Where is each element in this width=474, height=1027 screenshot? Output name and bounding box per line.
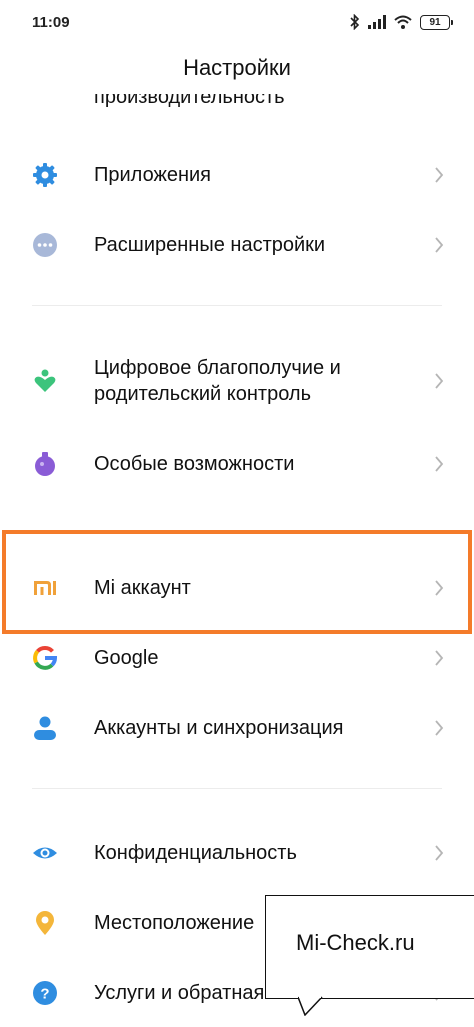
person-icon — [32, 715, 58, 741]
settings-item-label: Mi аккаунт — [94, 577, 191, 599]
location-pin-icon — [32, 910, 58, 936]
chevron-right-icon — [435, 720, 444, 736]
chevron-right-icon — [435, 845, 444, 861]
settings-item-label-line2: родительский контроль — [94, 383, 311, 405]
settings-item-label-line1: Цифровое благополучие и — [94, 357, 341, 379]
settings-item-label: Приложения — [94, 164, 212, 186]
settings-item-accessibility[interactable]: Особые возможности — [0, 451, 474, 477]
settings-item-label: Конфиденциальность — [94, 842, 297, 864]
section-divider — [32, 305, 442, 306]
help-question-icon: ? — [32, 980, 58, 1006]
section-divider — [32, 788, 442, 789]
wellbeing-heart-icon — [32, 368, 58, 394]
mi-logo-icon — [32, 575, 58, 601]
svg-text:?: ? — [40, 986, 49, 1003]
settings-item-label: Местоположение — [94, 912, 255, 934]
chevron-right-icon — [435, 456, 444, 472]
chevron-right-icon — [435, 237, 444, 253]
signal-icon — [368, 15, 386, 29]
settings-item-privacy[interactable]: Конфиденциальность — [0, 840, 474, 866]
partial-list-item[interactable]: производительность — [94, 94, 394, 114]
settings-item-accounts-sync[interactable]: Аккаунты и синхронизация — [0, 715, 474, 741]
chevron-right-icon — [435, 650, 444, 666]
settings-item-digital-wellbeing[interactable]: Цифровое благополучие и родительский кон… — [0, 355, 474, 407]
watermark-bubble-tail — [298, 996, 323, 1016]
settings-item-label: Особые возможности — [94, 453, 295, 475]
bluetooth-icon — [350, 14, 360, 30]
settings-item-label: Аккаунты и синхронизация — [94, 717, 344, 739]
chevron-right-icon — [435, 167, 444, 183]
more-dots-icon — [32, 232, 58, 258]
battery-icon: 91 — [420, 14, 453, 30]
settings-item-advanced[interactable]: Расширенные настройки — [0, 232, 474, 258]
status-time: 11:09 — [32, 14, 70, 31]
battery-level: 91 — [429, 16, 441, 28]
chevron-right-icon — [435, 580, 444, 596]
gear-icon — [32, 162, 58, 188]
eye-icon — [32, 840, 58, 866]
settings-item-google[interactable]: Google — [0, 645, 474, 671]
google-g-icon — [32, 645, 58, 671]
accessibility-flask-icon — [32, 451, 58, 477]
wifi-icon — [394, 15, 412, 29]
chevron-right-icon — [435, 373, 444, 389]
partial-list-item-label: производительность — [94, 94, 285, 108]
settings-item-label: Google — [94, 647, 159, 669]
watermark-text: Mi-Check.ru — [296, 930, 415, 955]
status-bar: 11:09 91 — [0, 0, 474, 44]
settings-item-apps[interactable]: Приложения — [0, 162, 474, 188]
status-icons: 91 — [350, 12, 453, 32]
settings-item-mi-account[interactable]: Mi аккаунт — [0, 575, 474, 601]
settings-item-label: Расширенные настройки — [94, 234, 326, 256]
page-title: Настройки — [183, 55, 291, 80]
